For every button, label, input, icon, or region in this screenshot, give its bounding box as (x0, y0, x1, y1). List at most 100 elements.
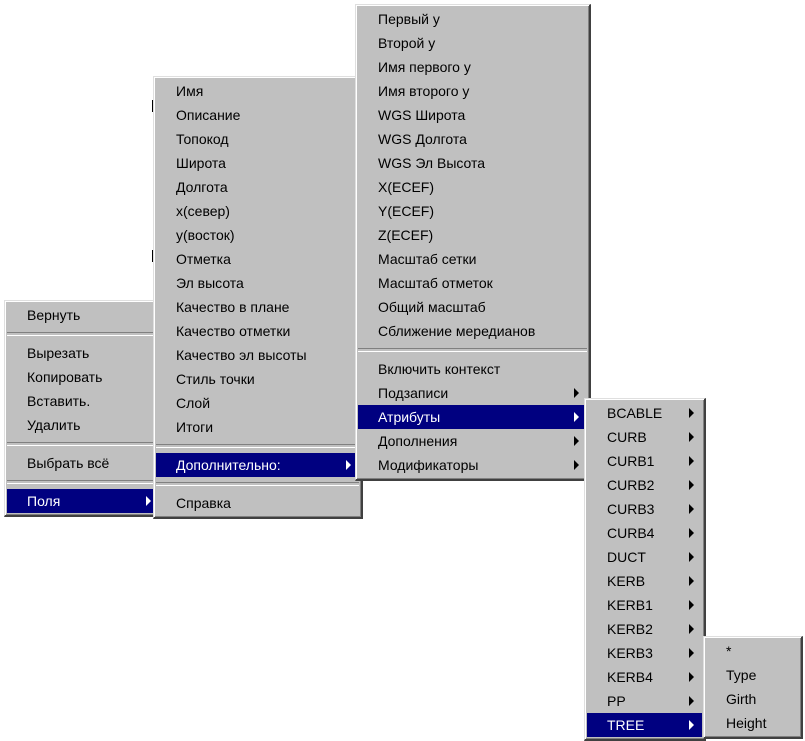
menu-separator (358, 348, 587, 352)
menu-item-label: Копировать (27, 369, 103, 385)
menu-item-масштаб-отметок[interactable]: Масштаб отметок (358, 271, 587, 295)
menu-item-star[interactable]: * (706, 639, 799, 663)
menu-item-label: X(ECEF) (378, 179, 434, 195)
menu-separator (156, 482, 359, 486)
menu-item-subrecords[interactable]: Подзаписи (358, 381, 587, 405)
menu-item-label: CURB3 (607, 501, 655, 517)
submenu-arrow-icon (689, 696, 694, 706)
menu-item-сближение-мередианов[interactable]: Сближение мередианов (358, 319, 587, 343)
menu-item-широта[interactable]: Широта (156, 151, 359, 175)
menu-item-additions[interactable]: Дополнения (358, 429, 587, 453)
menu-item-copy[interactable]: Копировать (7, 365, 159, 389)
menu-item-слой[interactable]: Слой (156, 391, 359, 415)
menu-item-duct[interactable]: DUCT (587, 545, 702, 569)
menu-item-label: Удалить (27, 417, 81, 433)
menu-item-paste[interactable]: Вставить. (7, 389, 159, 413)
submenu-arrow-icon (574, 412, 579, 422)
menu-item-label: Z(ECEF) (378, 227, 434, 243)
menu-item-качество-эл-высоты[interactable]: Качество эл высоты (156, 343, 359, 367)
menu-item-kerb1[interactable]: KERB1 (587, 593, 702, 617)
menu-item-kerb[interactable]: KERB (587, 569, 702, 593)
menu-item-отметка[interactable]: Отметка (156, 247, 359, 271)
menu-item-bcable[interactable]: BCABLE (587, 401, 702, 425)
menu-item-include-context[interactable]: Включить контекст (358, 357, 587, 381)
menu-item-girth[interactable]: Girth (706, 687, 799, 711)
menu-item-pp[interactable]: PP (587, 689, 702, 713)
menu-item-label: PP (607, 693, 626, 709)
menu-item-описание[interactable]: Описание (156, 103, 359, 127)
menu-item-tree[interactable]: TREE (587, 713, 702, 737)
menu-item-стиль-точки[interactable]: Стиль точки (156, 367, 359, 391)
menu-item-x-ecef[interactable]: X(ECEF) (358, 175, 587, 199)
menu-item-undo[interactable]: Вернуть (7, 303, 159, 327)
menu-item-имя-первого-у[interactable]: Имя первого у (358, 55, 587, 79)
menu-item-долгота[interactable]: Долгота (156, 175, 359, 199)
menu-item-топокод[interactable]: Топокод (156, 127, 359, 151)
menu-item-label: Второй у (378, 35, 436, 51)
menu-item-curb4[interactable]: CURB4 (587, 521, 702, 545)
menu-item-итоги[interactable]: Итоги (156, 415, 359, 439)
menu-item-y-ecef[interactable]: Y(ECEF) (358, 199, 587, 223)
submenu-arrow-icon (689, 600, 694, 610)
submenu-arrow-icon (346, 460, 351, 470)
menu-item-modifiers[interactable]: Модификаторы (358, 453, 587, 477)
menu-item-fields[interactable]: Поля (7, 489, 159, 513)
menu-item-label: KERB1 (607, 597, 653, 613)
menu-item-label: DUCT (607, 549, 646, 565)
menu-item-curb[interactable]: CURB (587, 425, 702, 449)
menu-item-label: Модификаторы (378, 457, 479, 473)
submenu-arrow-icon (689, 720, 694, 730)
menu-item-cut[interactable]: Вырезать (7, 341, 159, 365)
menu-item-label: BCABLE (607, 405, 663, 421)
menu-item-select-all[interactable]: Выбрать всё (7, 451, 159, 475)
menu-item-x-север[interactable]: x(север) (156, 199, 359, 223)
menu-item-масштаб-сетки[interactable]: Масштаб сетки (358, 247, 587, 271)
tree-submenu: * Type Girth Height (703, 636, 803, 739)
menu-item-качество-отметки[interactable]: Качество отметки (156, 319, 359, 343)
menu-item-attributes[interactable]: Атрибуты (358, 405, 587, 429)
menu-item-kerb2[interactable]: KERB2 (587, 617, 702, 641)
menu-item-label: Масштаб сетки (378, 251, 477, 267)
menu-item-kerb3[interactable]: KERB3 (587, 641, 702, 665)
menu-separator (156, 444, 359, 448)
attributes-submenu: BCABLE CURB CURB1 CURB2 CURB3 CURB4 DUCT KERB KE… (584, 398, 706, 741)
menu-item-качество-в-плане[interactable]: Качество в плане (156, 295, 359, 319)
menu-item-label: CURB4 (607, 525, 655, 541)
menu-item-z-ecef[interactable]: Z(ECEF) (358, 223, 587, 247)
submenu-arrow-icon (689, 672, 694, 682)
menu-item-wgs-эл-высота[interactable]: WGS Эл Высота (358, 151, 587, 175)
menu-item-первый-у[interactable]: Первый у (358, 7, 587, 31)
menu-item-type[interactable]: Type (706, 663, 799, 687)
submenu-arrow-icon (574, 436, 579, 446)
menu-item-curb2[interactable]: CURB2 (587, 473, 702, 497)
menu-item-label: * (726, 643, 732, 659)
menu-item-additional[interactable]: Дополнительно: (156, 453, 359, 477)
menu-item-label: Широта (176, 155, 226, 171)
menu-item-второй-у[interactable]: Второй у (358, 31, 587, 55)
menu-item-имя-второго-у[interactable]: Имя второго у (358, 79, 587, 103)
menu-item-label: KERB2 (607, 621, 653, 637)
menu-item-label: Вырезать (27, 345, 90, 361)
menu-item-эл-высота[interactable]: Эл высота (156, 271, 359, 295)
menu-item-kerb4[interactable]: KERB4 (587, 665, 702, 689)
menu-item-help[interactable]: Справка (156, 491, 359, 515)
submenu-arrow-icon (689, 528, 694, 538)
menu-item-curb1[interactable]: CURB1 (587, 449, 702, 473)
menu-item-label: Имя второго у (378, 83, 470, 99)
menu-item-delete[interactable]: Удалить (7, 413, 159, 437)
menu-item-label: Дополнительно: (176, 457, 281, 473)
menu-item-curb3[interactable]: CURB3 (587, 497, 702, 521)
menu-item-height[interactable]: Height (706, 711, 799, 735)
menu-item-label: Имя (176, 83, 204, 99)
menu-item-label: Качество отметки (176, 323, 291, 339)
menu-item-wgs-долгота[interactable]: WGS Долгота (358, 127, 587, 151)
menu-item-имя[interactable]: Имя (156, 79, 359, 103)
menu-item-label: Качество в плане (176, 299, 290, 315)
submenu-arrow-icon (689, 456, 694, 466)
menu-item-label: Слой (176, 395, 211, 411)
menu-item-общий-масштаб[interactable]: Общий масштаб (358, 295, 587, 319)
menu-item-y-восток[interactable]: y(восток) (156, 223, 359, 247)
menu-item-wgs-широта[interactable]: WGS Широта (358, 103, 587, 127)
menu-item-label: KERB (607, 573, 646, 589)
submenu-arrow-icon (689, 432, 694, 442)
